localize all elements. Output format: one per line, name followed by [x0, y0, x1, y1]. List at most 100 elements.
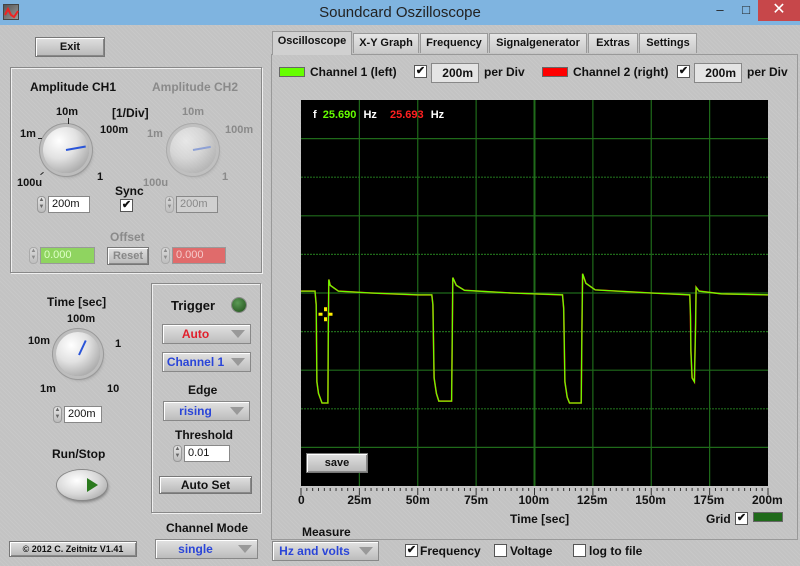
tab-oscilloscope[interactable]: Oscilloscope	[272, 31, 352, 55]
amplitude-ch2-knob	[170, 127, 216, 173]
edge-label: Edge	[188, 383, 218, 397]
time-scale-1m: 1m	[40, 383, 56, 395]
channel-mode-dropdown[interactable]: single	[155, 539, 258, 559]
edge-dropdown[interactable]: rising	[163, 401, 250, 421]
threshold-input[interactable]: 0.01	[184, 445, 230, 462]
tab-xy-graph[interactable]: X-Y Graph	[353, 33, 419, 53]
freq-ch2-unit: Hz	[430, 109, 445, 121]
x-tick-label: 200m	[752, 493, 783, 507]
voltage-checkbox[interactable]	[494, 544, 507, 557]
trigger-mode-value: Auto	[181, 327, 210, 341]
edge-value: rising	[179, 404, 212, 418]
x-axis-title: Time [sec]	[510, 512, 570, 526]
exit-button[interactable]: Exit	[35, 37, 105, 57]
ch1-scale-100m: 100m	[100, 124, 129, 136]
run-stop-label: Run/Stop	[52, 447, 106, 461]
measure-label: Measure	[302, 525, 351, 539]
time-scale-1: 1	[115, 338, 122, 350]
sync-label: Sync	[115, 184, 144, 198]
tab-signalgenerator[interactable]: Signalgenerator	[489, 33, 587, 53]
tab-extras[interactable]: Extras	[588, 33, 638, 53]
sync-checkbox[interactable]: ✔	[120, 199, 133, 212]
ch1-label: Channel 1 (left)	[310, 65, 397, 79]
freq-ch2-value: 25.693	[389, 109, 424, 121]
trigger-led	[232, 298, 246, 312]
ch1-amplitude-spinner[interactable]: ▲ ▼	[37, 196, 46, 213]
ch2-scale-1: 1	[222, 171, 229, 183]
grid-checkbox[interactable]: ✔	[735, 512, 748, 525]
chevron-down-icon	[231, 358, 245, 366]
amplitude-ch2-title: Amplitude CH2	[152, 80, 239, 94]
ch1-scale-1: 1	[97, 171, 104, 183]
close-button[interactable]: ✕	[758, 0, 800, 21]
voltage-label: Voltage	[510, 544, 553, 558]
measure-mode-value: Hz and volts	[279, 544, 350, 558]
chevron-down-icon	[359, 547, 373, 555]
x-tick-label: 25m	[347, 493, 372, 507]
time-spinner[interactable]: ▲ ▼	[53, 406, 62, 423]
frequency-readout: f 25.690 Hz 25.693 Hz	[313, 109, 444, 121]
ch1-scale-10m: 10m	[56, 106, 79, 118]
chevron-down-icon	[238, 545, 252, 553]
chevron-down-icon	[231, 330, 245, 338]
amplitude-ch1-knob[interactable]	[43, 127, 89, 173]
save-button[interactable]: save	[306, 453, 368, 473]
x-tick-label: 50m	[405, 493, 430, 507]
time-scale-10: 10	[107, 383, 120, 395]
time-title: Time [sec]	[47, 295, 107, 309]
title-bar: Soundcard Oszilloscope – □ ✕	[0, 0, 800, 25]
frequency-label: Frequency	[420, 544, 481, 558]
ch2-scale-100m: 100m	[225, 124, 254, 136]
x-tick-label: 125m	[576, 493, 608, 507]
trigger-title: Trigger	[171, 298, 216, 313]
ch1-enable-checkbox[interactable]: ✔	[414, 65, 427, 78]
measure-mode-dropdown[interactable]: Hz and volts	[272, 541, 379, 561]
offset-ch1-input: 0.000	[40, 247, 95, 264]
ch2-scale-100u: 100u	[143, 177, 169, 189]
ch1-per-div-label: per Div	[484, 65, 525, 79]
tab-frequency[interactable]: Frequency	[420, 33, 488, 53]
frequency-checkbox[interactable]: ✔	[405, 544, 418, 557]
ch1-amplitude-input[interactable]: 200m	[48, 196, 90, 213]
ch2-enable-checkbox[interactable]: ✔	[677, 65, 690, 78]
tab-settings[interactable]: Settings	[639, 33, 697, 53]
freq-ch1-unit: Hz	[363, 109, 377, 121]
auto-set-button[interactable]: Auto Set	[159, 476, 252, 494]
time-knob[interactable]	[56, 332, 100, 376]
reset-button: Reset	[107, 247, 149, 265]
offset-ch1-spinner: ▲ ▼	[29, 247, 38, 264]
minimize-button[interactable]: –	[706, 0, 734, 21]
x-tick-label: 100m	[518, 493, 550, 507]
ch2-color-swatch[interactable]	[542, 67, 568, 77]
trigger-marker-icon	[318, 307, 333, 322]
offset-ch2-spinner: ▲ ▼	[161, 247, 170, 264]
ch1-scale-100u: 100u	[17, 177, 43, 189]
run-stop-button[interactable]	[57, 470, 107, 500]
knob-indicator	[78, 340, 87, 356]
amplitude-unit-label: [1/Div]	[112, 106, 149, 120]
oscilloscope-plot[interactable]: f 25.690 Hz 25.693 Hz save	[301, 100, 768, 486]
trigger-channel-dropdown[interactable]: Channel 1	[162, 352, 251, 372]
ch2-scale-10m: 10m	[182, 106, 205, 118]
chevron-down-icon	[230, 407, 244, 415]
time-input[interactable]: 200m	[64, 406, 102, 423]
ch2-per-div-input[interactable]: 200m	[694, 63, 742, 83]
tick	[68, 118, 69, 124]
ch1-per-div-input[interactable]: 200m	[431, 63, 479, 83]
threshold-spinner[interactable]: ▲ ▼	[173, 445, 182, 462]
knob-indicator	[192, 145, 211, 151]
grid-color-swatch[interactable]	[753, 512, 783, 522]
trigger-mode-dropdown[interactable]: Auto	[162, 324, 251, 344]
maximize-button[interactable]: □	[732, 0, 760, 21]
trigger-channel-value: Channel 1	[166, 355, 225, 369]
x-tick-label: 0	[298, 493, 305, 507]
ch2-amplitude-spinner: ▲ ▼	[165, 196, 174, 213]
x-tick-label: 150m	[635, 493, 666, 507]
log-to-file-checkbox[interactable]	[573, 544, 586, 557]
channel-mode-label: Channel Mode	[166, 521, 249, 535]
waveform-canvas	[301, 100, 768, 486]
offset-ch2-input: 0.000	[172, 247, 226, 264]
ch1-color-swatch[interactable]	[279, 67, 305, 77]
window-title: Soundcard Oszilloscope	[319, 4, 481, 21]
offset-label: Offset	[110, 230, 145, 244]
